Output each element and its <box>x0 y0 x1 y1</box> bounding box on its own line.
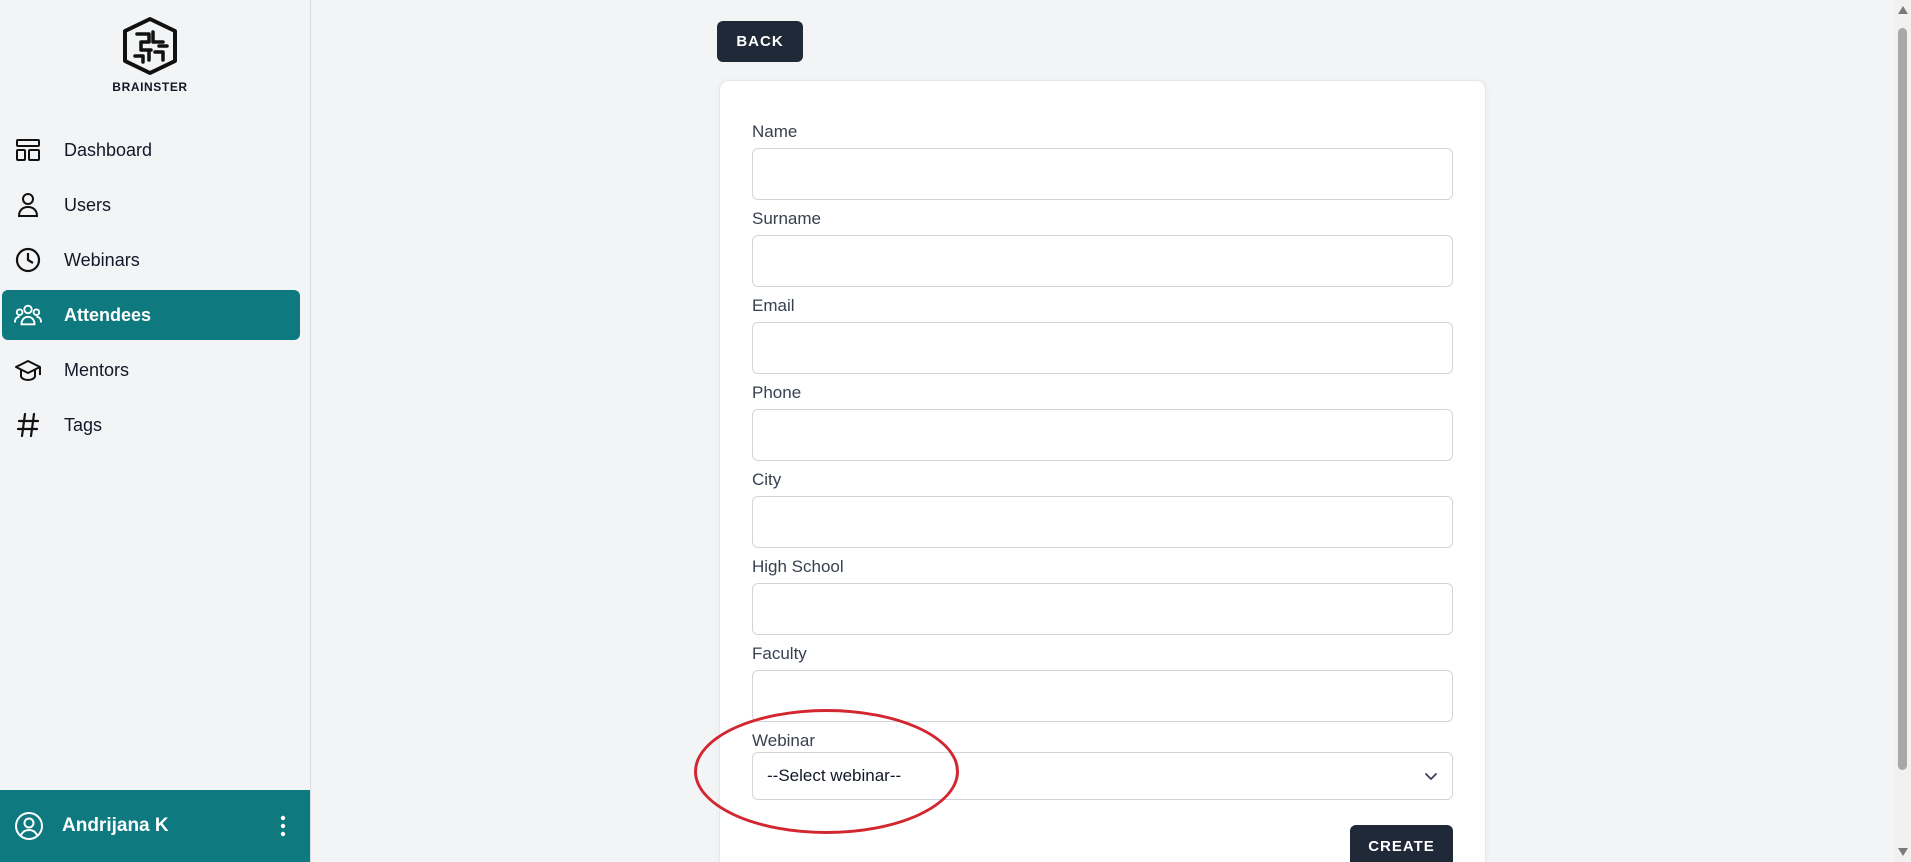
sidebar-nav: Dashboard Users Webinars Attendees Mento… <box>2 125 300 455</box>
sidebar-item-label: Users <box>64 194 112 215</box>
sidebar-item-label: Webinars <box>64 249 140 270</box>
sidebar-item-dashboard[interactable]: Dashboard <box>2 125 300 175</box>
sidebar-item-label: Dashboard <box>64 139 153 160</box>
brand-logo[interactable]: BRAINSTER <box>0 16 300 94</box>
user-profile-bar[interactable]: Andrijana K <box>0 790 310 862</box>
create-button[interactable]: CREATE <box>1350 825 1453 862</box>
sidebar-item-label: Attendees <box>64 304 152 325</box>
webinar-label: Webinar <box>752 731 815 750</box>
city-input[interactable] <box>752 496 1453 548</box>
high-school-input[interactable] <box>752 583 1453 635</box>
faculty-input[interactable] <box>752 670 1453 722</box>
brain-logo-icon <box>123 17 177 75</box>
webinar-select-value: --Select webinar-- <box>767 766 902 785</box>
sidebar-item-label: Tags <box>64 414 103 435</box>
brand-name: BRAINSTER <box>112 80 188 94</box>
faculty-label: Faculty <box>752 644 807 663</box>
sidebar-item-mentors[interactable]: Mentors <box>2 345 300 395</box>
sidebar-item-label: Mentors <box>64 359 130 380</box>
phone-label: Phone <box>752 383 802 402</box>
user-circle-icon <box>14 811 44 841</box>
surname-input[interactable] <box>752 235 1453 287</box>
sidebar-item-attendees[interactable]: Attendees <box>2 290 300 340</box>
dashboard-icon <box>14 136 42 164</box>
back-button[interactable]: BACK <box>717 21 803 62</box>
kebab-menu-icon[interactable] <box>280 814 286 838</box>
webinar-select[interactable]: --Select webinar-- <box>752 752 1453 800</box>
name-label: Name <box>752 122 798 141</box>
page-scrollbar[interactable] <box>1894 0 1911 862</box>
high-school-label: High School <box>752 557 844 576</box>
hashtag-icon <box>14 411 42 439</box>
user-name: Andrijana K <box>62 815 169 836</box>
email-input[interactable] <box>752 322 1453 374</box>
scroll-up-arrow-icon[interactable] <box>1898 6 1908 14</box>
clock-icon <box>14 246 42 274</box>
sidebar-item-tags[interactable]: Tags <box>2 400 300 450</box>
sidebar: BRAINSTER Dashboard Users Webinars Atten… <box>0 0 311 862</box>
sidebar-item-webinars[interactable]: Webinars <box>2 235 300 285</box>
user-icon <box>14 191 42 219</box>
name-input[interactable] <box>752 148 1453 200</box>
app-window: BRAINSTER Dashboard Users Webinars Atten… <box>0 0 1911 862</box>
chevron-down-icon <box>1424 769 1438 788</box>
email-label: Email <box>752 296 795 315</box>
surname-label: Surname <box>752 209 821 228</box>
phone-input[interactable] <box>752 409 1453 461</box>
graduation-cap-icon <box>14 356 42 384</box>
scroll-down-arrow-icon[interactable] <box>1898 848 1908 856</box>
scrollbar-thumb[interactable] <box>1898 28 1907 770</box>
city-label: City <box>752 470 782 489</box>
people-group-icon <box>14 301 42 329</box>
sidebar-item-users[interactable]: Users <box>2 180 300 230</box>
